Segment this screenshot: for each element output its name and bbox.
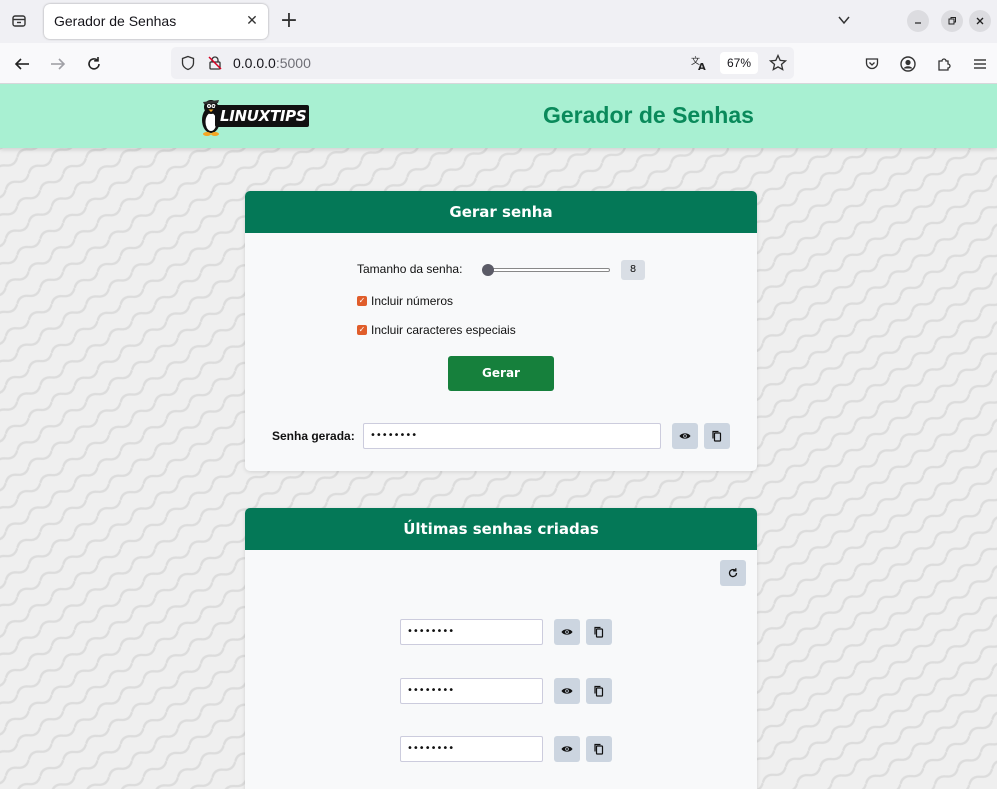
svg-text:A: A (698, 62, 706, 72)
show-recent-password-3-button[interactable] (554, 736, 580, 762)
page-viewport: LINUXTIPS Gerador de Senhas Gerar senha … (0, 84, 997, 789)
show-recent-password-2-button[interactable] (554, 678, 580, 704)
password-length-slider-thumb[interactable] (482, 264, 494, 276)
eye-icon (561, 629, 573, 635)
password-length-label: Tamanho da senha: (357, 262, 463, 276)
copy-icon (594, 626, 604, 638)
recent-card-body: •••••••• •••••••• •••••••• (245, 550, 757, 789)
chevron-down-icon[interactable] (834, 10, 854, 30)
list-all-tabs-icon[interactable] (6, 8, 32, 34)
copy-password-button[interactable] (704, 423, 730, 449)
bookmark-star-icon[interactable] (766, 51, 790, 75)
refresh-icon (728, 568, 738, 578)
generate-card-body: Tamanho da senha: 8 ✓ Incluir números ✓ … (245, 233, 757, 471)
copy-recent-password-1-button[interactable] (586, 619, 612, 645)
reload-icon[interactable] (82, 52, 106, 76)
recent-passwords-card: Últimas senhas criadas •••••••• ••••••••… (245, 508, 757, 789)
generated-password-label: Senha gerada: (272, 429, 355, 443)
shield-icon[interactable] (176, 51, 200, 75)
pocket-icon[interactable] (860, 52, 884, 76)
site-title: Gerador de Senhas (543, 102, 754, 128)
browser-navigation-bar: 0.0.0.0:5000 文A 67% (0, 43, 997, 84)
include-special-checkbox[interactable]: ✓ (357, 325, 367, 335)
forward-arrow-icon[interactable] (46, 52, 70, 76)
restore-window-button[interactable] (941, 10, 963, 32)
eye-icon (679, 433, 691, 439)
password-length-value: 8 (621, 260, 645, 280)
refresh-button[interactable] (720, 560, 746, 586)
password-length-slider-track[interactable] (488, 268, 610, 272)
insecure-lock-icon[interactable] (203, 51, 227, 75)
generate-button[interactable]: Gerar (448, 356, 554, 391)
generated-password-field[interactable]: •••••••• (363, 423, 661, 449)
tab-close-icon[interactable]: ✕ (244, 13, 260, 29)
browser-tab-bar: Gerador de Senhas ✕ + (0, 0, 997, 43)
copy-icon (712, 430, 722, 442)
zoom-level-badge[interactable]: 67% (720, 52, 758, 74)
account-icon[interactable] (896, 52, 920, 76)
address-bar[interactable]: 0.0.0.0:5000 文A 67% (171, 47, 794, 79)
copy-icon (594, 685, 604, 697)
linuxtips-logo[interactable]: LINUXTIPS (199, 95, 311, 137)
include-numbers-label: Incluir números (371, 294, 454, 308)
recent-password-field-1[interactable]: •••••••• (400, 619, 543, 645)
browser-tab[interactable]: Gerador de Senhas ✕ (44, 4, 268, 39)
recent-password-field-3[interactable]: •••••••• (400, 736, 543, 762)
generate-card-header: Gerar senha (245, 191, 757, 233)
extensions-puzzle-icon[interactable] (932, 52, 956, 76)
generate-password-card: Gerar senha Tamanho da senha: 8 ✓ Inclui… (245, 191, 757, 471)
new-tab-button[interactable]: + (276, 8, 302, 34)
eye-icon (561, 746, 573, 752)
logo-wordmark: LINUXTIPS (220, 107, 307, 125)
copy-recent-password-3-button[interactable] (586, 736, 612, 762)
url-text[interactable]: 0.0.0.0:5000 (233, 55, 311, 71)
back-arrow-icon[interactable] (10, 52, 34, 76)
tab-title: Gerador de Senhas (54, 13, 177, 29)
menu-hamburger-icon[interactable] (968, 52, 992, 76)
recent-password-field-2[interactable]: •••••••• (400, 678, 543, 704)
show-recent-password-1-button[interactable] (554, 619, 580, 645)
close-window-button[interactable] (969, 10, 991, 32)
copy-recent-password-2-button[interactable] (586, 678, 612, 704)
eye-icon (561, 688, 573, 694)
include-special-label: Incluir caracteres especiais (371, 323, 516, 337)
site-header: LINUXTIPS Gerador de Senhas (0, 84, 997, 148)
copy-icon (594, 743, 604, 755)
recent-card-header: Últimas senhas criadas (245, 508, 757, 550)
include-numbers-checkbox[interactable]: ✓ (357, 296, 367, 306)
show-password-button[interactable] (672, 423, 698, 449)
translate-icon[interactable]: 文A (687, 51, 711, 75)
minimize-window-button[interactable] (907, 10, 929, 32)
